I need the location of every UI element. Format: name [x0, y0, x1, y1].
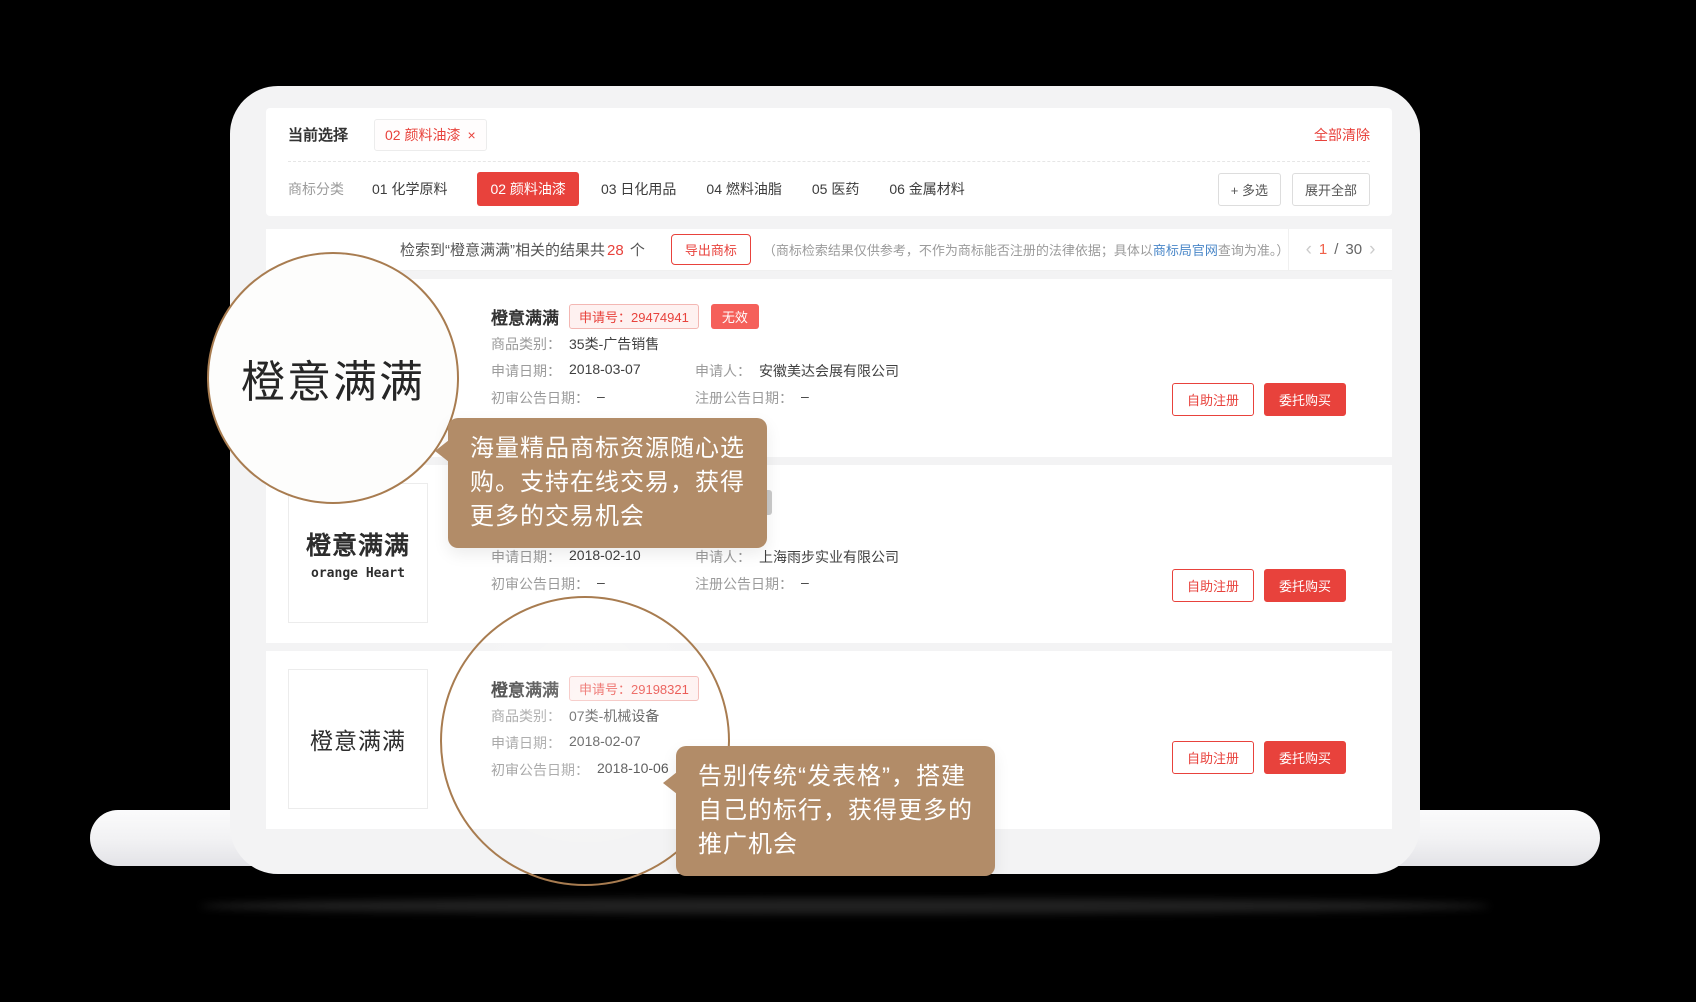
thumbnail-subtext: orange Heart	[311, 566, 405, 581]
category-label: 商品类别：	[491, 334, 561, 354]
category-item-04[interactable]: 04 燃料油脂	[706, 179, 781, 199]
first-notice-label: 初审公告日期：	[491, 574, 589, 594]
applicant-value: 安徽美达会展有限公司	[759, 361, 899, 381]
first-notice-value: –	[597, 574, 605, 594]
total-pages: 30	[1345, 241, 1362, 258]
close-icon[interactable]: ×	[467, 127, 475, 143]
applicant-value: 上海雨步实业有限公司	[759, 547, 899, 567]
reg-notice-label: 注册公告日期：	[695, 388, 793, 408]
trademark-office-link[interactable]: 商标局官网	[1153, 243, 1218, 258]
apply-date-value: 2018-03-07	[569, 361, 641, 381]
disclaimer-prefix: （商标检索结果仅供参考，不作为商标能否注册的法律依据；具体以	[763, 243, 1153, 258]
applicant-label: 申请人：	[695, 361, 751, 381]
result-row: 橙意满满 orange Heart 橙意满满 申请号：29482153 已注册 …	[266, 465, 1392, 643]
row-actions: 自助注册 委托购买	[1172, 569, 1346, 602]
tooltip-line: 购。支持在线交易，获得	[470, 466, 745, 500]
apply-date-label: 申请日期：	[491, 361, 561, 381]
tooltip-line: 告别传统“发表格”，搭建	[698, 760, 973, 794]
category-item-02-active[interactable]: 02 颜料油漆	[477, 172, 578, 206]
current-selection-label: 当前选择	[288, 124, 348, 145]
self-register-button[interactable]: 自助注册	[1172, 569, 1254, 602]
tooltip-arrow-left-icon	[435, 440, 449, 462]
tooltip-arrow-left-icon	[663, 772, 677, 794]
marketing-tooltip-1: 海量精品商标资源随心选 购。支持在线交易，获得 更多的交易机会	[448, 418, 767, 548]
application-number-tag: 申请号：29474941	[569, 304, 699, 329]
entrust-purchase-button[interactable]: 委托购买	[1264, 741, 1346, 774]
results-summary-text: 检索到“橙意满满”相关的结果共	[400, 242, 605, 259]
magnifier-circle: 橙意满满	[207, 252, 459, 504]
category-item-06[interactable]: 06 金属材料	[889, 179, 964, 199]
tooltip-line: 海量精品商标资源随心选	[470, 432, 745, 466]
applicant-label: 申请人：	[695, 547, 751, 567]
disclaimer-suffix: 查询为准。）	[1218, 243, 1290, 258]
selected-filter-chip[interactable]: 02 颜料油漆 ×	[374, 119, 487, 151]
results-summary: 检索到“橙意满满”相关的结果共28 个	[400, 239, 645, 260]
row-actions: 自助注册 委托购买	[1172, 383, 1346, 416]
thumbnail-text: 橙意满满	[306, 526, 410, 562]
page-separator: /	[1334, 241, 1338, 258]
trademark-title-line: 橙意满满 申请号：29474941 无效	[491, 302, 1370, 330]
category-row: 商标分类 01 化学原料 02 颜料油漆 03 日化用品 04 燃料油脂 05 …	[288, 162, 1370, 216]
results-disclaimer: （商标检索结果仅供参考，不作为商标能否注册的法律依据；具体以商标局官网查询为准。…	[763, 240, 1290, 259]
selected-filter-chip-label: 02 颜料油漆	[385, 125, 460, 145]
clear-all-button[interactable]: 全部清除	[1314, 125, 1370, 145]
reg-notice-value: –	[801, 388, 809, 408]
results-header: 检索到“橙意满满”相关的结果共28 个 导出商标 （商标检索结果仅供参考，不作为…	[266, 229, 1392, 271]
thumbnail-text: 橙意满满	[310, 722, 406, 756]
filter-panel: 当前选择 02 颜料油漆 × 全部清除 商标分类 01 化学原料 02 颜料油漆…	[266, 108, 1392, 216]
entrust-purchase-button[interactable]: 委托购买	[1264, 383, 1346, 416]
trademark-name[interactable]: 橙意满满	[491, 304, 559, 329]
category-tools: + 多选 展开全部	[1218, 173, 1370, 206]
category-item-03[interactable]: 03 日化用品	[601, 179, 676, 199]
self-register-button[interactable]: 自助注册	[1172, 741, 1254, 774]
first-notice-value: –	[597, 388, 605, 408]
tooltip-line: 自己的标行，获得更多的	[698, 794, 973, 828]
tooltip-line: 更多的交易机会	[470, 500, 745, 534]
reg-notice-label: 注册公告日期：	[695, 574, 793, 594]
trademark-thumbnail[interactable]: 橙意满满	[288, 669, 428, 809]
category-item-01[interactable]: 01 化学原料	[372, 179, 447, 199]
self-register-button[interactable]: 自助注册	[1172, 383, 1254, 416]
category-item-05[interactable]: 05 医药	[812, 179, 859, 199]
export-trademark-button[interactable]: 导出商标	[671, 234, 751, 265]
multi-select-button[interactable]: + 多选	[1218, 173, 1281, 206]
row-actions: 自助注册 委托购买	[1172, 741, 1346, 774]
next-page-icon[interactable]: ›	[1369, 240, 1375, 259]
status-badge: 无效	[711, 304, 759, 329]
date-applicant-line: 申请日期： 2018-03-07 申请人： 安徽美达会展有限公司	[491, 357, 1370, 384]
trademark-thumbnail[interactable]: 橙意满满 orange Heart	[288, 483, 428, 623]
results-count: 28	[607, 242, 624, 259]
entrust-purchase-button[interactable]: 委托购买	[1264, 569, 1346, 602]
reg-notice-value: –	[801, 574, 809, 594]
pagination: ‹ 1 / 30 ›	[1288, 229, 1392, 270]
apply-date-label: 申请日期：	[491, 547, 561, 567]
magnified-trademark-text: 橙意满满	[241, 346, 425, 410]
tooltip-line: 推广机会	[698, 828, 973, 862]
prev-page-icon[interactable]: ‹	[1306, 240, 1312, 259]
first-notice-label: 初审公告日期：	[491, 388, 589, 408]
category-line: 商品类别： 35类-广告销售	[491, 330, 1370, 357]
marketing-tooltip-2: 告别传统“发表格”，搭建 自己的标行，获得更多的 推广机会	[676, 746, 995, 876]
results-unit: 个	[630, 242, 645, 259]
category-value: 35类-广告销售	[569, 334, 659, 354]
apply-date-value: 2018-02-10	[569, 547, 641, 567]
laptop-base-reflection	[200, 898, 1490, 914]
expand-all-button[interactable]: 展开全部	[1292, 173, 1370, 206]
current-page: 1	[1319, 241, 1327, 258]
current-selection-row: 当前选择 02 颜料油漆 × 全部清除	[288, 108, 1370, 162]
category-row-label: 商标分类	[288, 179, 344, 199]
